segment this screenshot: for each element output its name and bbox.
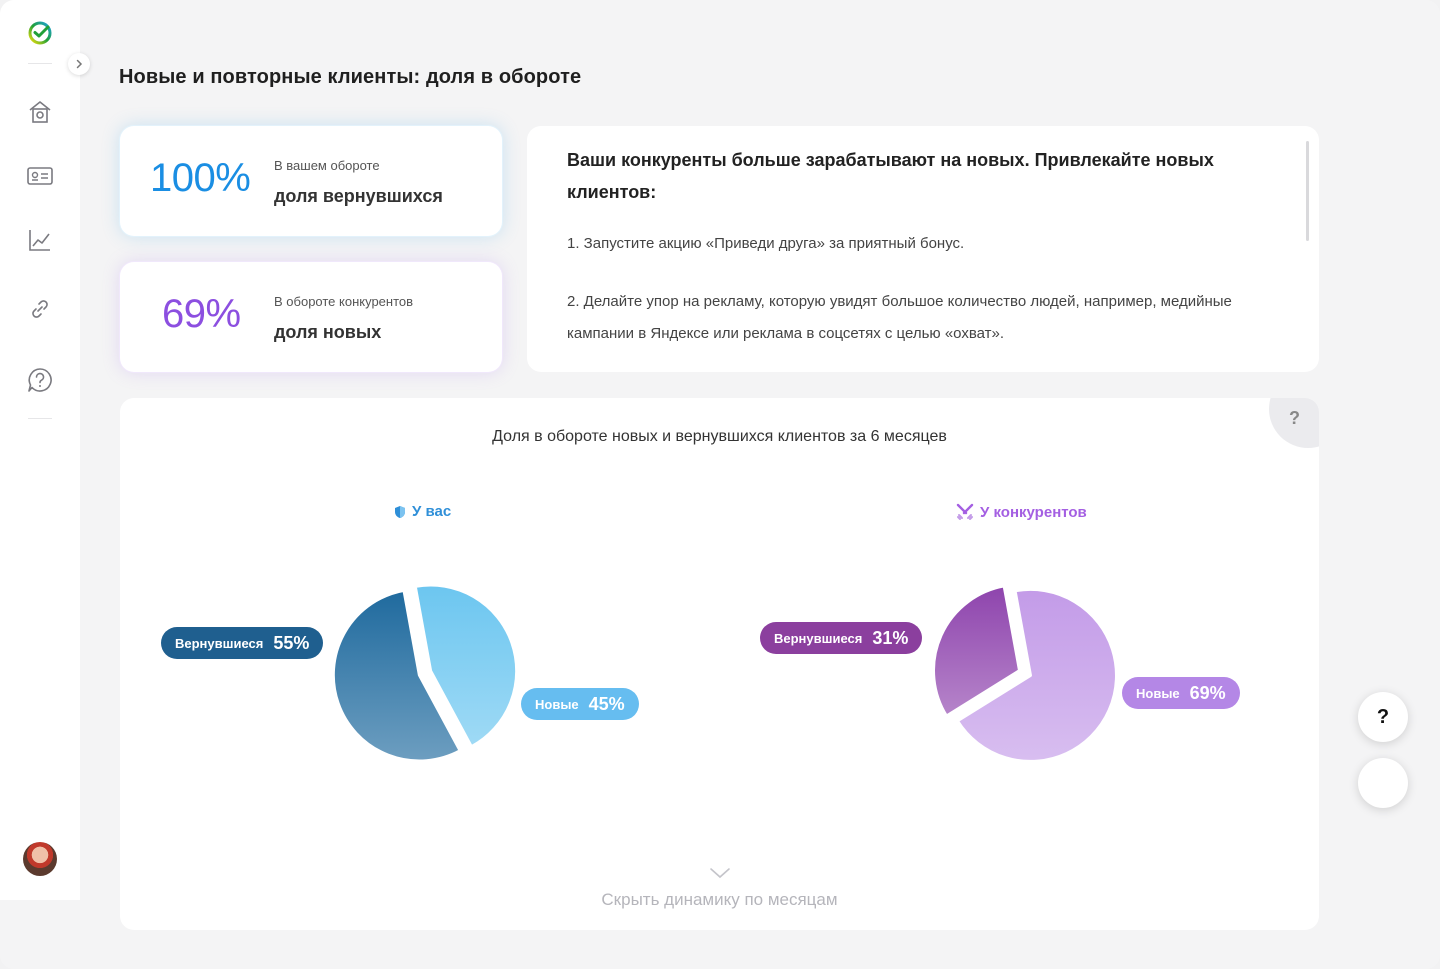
floating-help-button[interactable]: ? — [1358, 692, 1408, 742]
hide-monthly-dynamics-button[interactable]: Скрыть динамику по месяцам — [120, 866, 1319, 910]
pie-label-new-you: Новые 45% — [521, 688, 639, 720]
pie-chart-you — [331, 583, 519, 763]
chevron-down-icon — [709, 868, 730, 879]
stat-value: 69% — [162, 292, 241, 336]
page-title: Новые и повторные клиенты: доля в оборот… — [119, 66, 582, 88]
legend-label: У конкурентов — [980, 503, 1087, 521]
sidebar — [0, 0, 90, 900]
crossed-swords-icon — [956, 503, 974, 520]
advice-card: Ваши конкуренты больше зарабатывают на н… — [527, 126, 1319, 372]
legend-you: У вас — [394, 503, 451, 520]
stat-caption: В вашем обороте — [274, 158, 380, 173]
sidebar-item-home[interactable] — [26, 98, 54, 126]
sidebar-item-help[interactable] — [26, 366, 54, 394]
legend-competitors: У конкурентов — [956, 503, 1087, 521]
question-icon: ? — [1289, 408, 1300, 428]
sber-logo-icon[interactable] — [26, 19, 54, 47]
legend-label: У вас — [412, 503, 452, 520]
app-frame: Новые и повторные клиенты: доля в оборот… — [0, 0, 1440, 969]
question-icon: ? — [1376, 705, 1390, 728]
advice-item: 2. Делайте упор на рекламу, которую увид… — [567, 293, 1232, 342]
chart-card: Доля в обороте новых и вернувшихся клиен… — [120, 398, 1319, 930]
stat-card-new: 69% В обороте конкурентов доля новых — [120, 262, 502, 372]
advice-item: 1. Запустите акцию «Приведи друга» за пр… — [567, 235, 965, 252]
help-chat-icon — [28, 368, 52, 392]
chevron-right-icon — [76, 59, 83, 69]
shield-icon — [395, 505, 405, 518]
stat-value: 100% — [150, 156, 251, 200]
sidebar-item-profile[interactable] — [26, 162, 54, 190]
chart-title: Доля в обороте новых и вернувшихся клиен… — [492, 428, 947, 445]
user-avatar[interactable] — [23, 842, 57, 876]
stat-caption: В обороте конкурентов — [274, 294, 414, 309]
sidebar-divider — [28, 418, 52, 419]
floating-chat-button[interactable] — [1358, 758, 1408, 808]
id-card-icon — [27, 167, 53, 185]
advice-title: Ваши конкуренты больше зарабатывают на н… — [567, 150, 1214, 202]
sidebar-item-analytics[interactable] — [26, 226, 54, 254]
pie-label-returning-you: Вернувшиеся 55% — [161, 627, 324, 659]
pie-label-new-competitors: Новые 69% — [1122, 677, 1240, 709]
sidebar-item-links[interactable] — [26, 295, 54, 323]
link-icon — [32, 300, 48, 318]
line-chart-icon — [29, 230, 50, 251]
sidebar-expand-button[interactable] — [68, 53, 90, 75]
store-home-icon — [29, 101, 51, 123]
pie-label-returning-competitors: Вернувшиеся 31% — [760, 622, 923, 654]
pie-chart-competitors — [932, 584, 1118, 763]
sidebar-divider — [28, 63, 52, 64]
advice-scrollbar[interactable] — [1306, 141, 1309, 241]
stat-label: доля вернувшихся — [274, 186, 443, 206]
collapse-label: Скрыть динамику по месяцам — [601, 890, 838, 909]
stat-label: доля новых — [274, 322, 382, 342]
stat-card-returning: 100% В вашем обороте доля вернувшихся — [120, 126, 502, 236]
